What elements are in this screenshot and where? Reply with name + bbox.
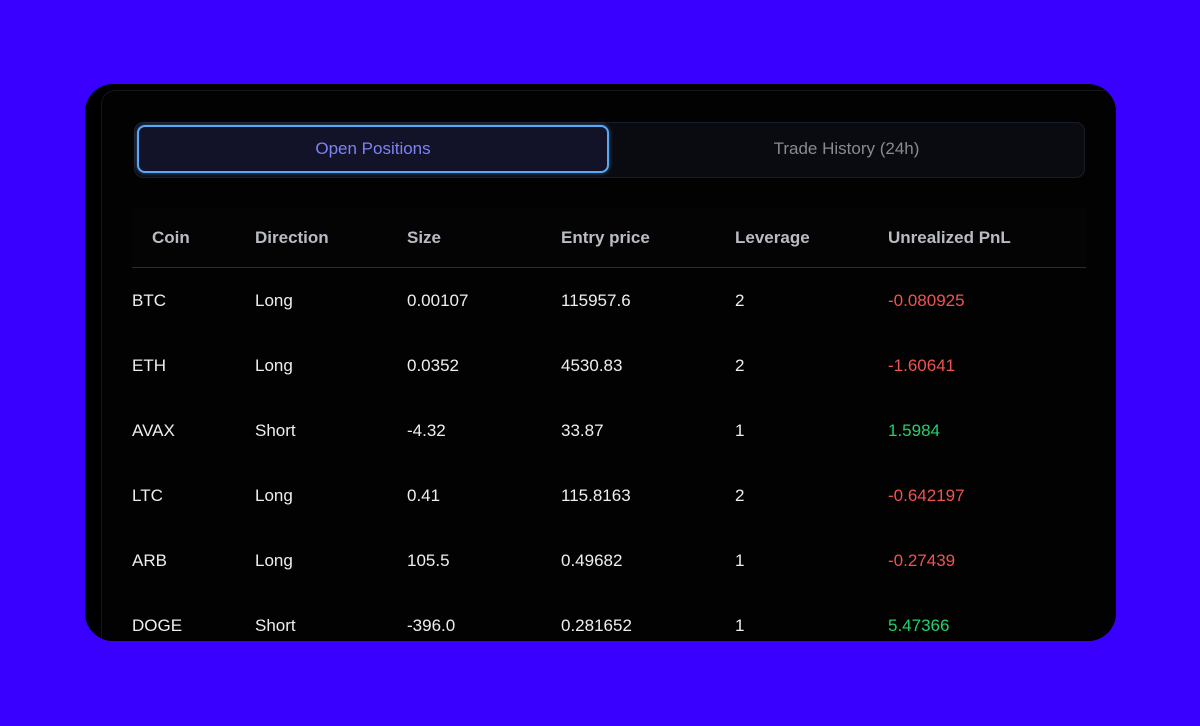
cell-leverage: 2 — [735, 356, 745, 375]
table-row[interactable]: BTC Long 0.00107 115957.6 2 -0.080925 — [132, 268, 1086, 333]
tab-open-positions[interactable]: Open Positions — [137, 125, 609, 173]
cell-coin: ETH — [132, 356, 166, 375]
cell-unrealized-pnl: -0.642197 — [888, 486, 965, 505]
cell-direction: Long — [255, 356, 293, 375]
cell-size: 105.5 — [407, 551, 450, 570]
column-header-entry-price[interactable]: Entry price — [561, 209, 650, 267]
cell-entry-price: 33.87 — [561, 421, 604, 440]
cell-leverage: 2 — [735, 486, 745, 505]
cell-entry-price: 115957.6 — [561, 291, 631, 310]
cell-entry-price: 115.8163 — [561, 486, 631, 505]
column-header-unrealized-pnl[interactable]: Unrealized PnL — [888, 209, 1011, 267]
table-row[interactable]: LTC Long 0.41 115.8163 2 -0.642197 — [132, 463, 1086, 528]
cell-direction: Long — [255, 291, 293, 310]
cell-leverage: 2 — [735, 291, 745, 310]
cell-leverage: 1 — [735, 421, 745, 440]
column-header-size[interactable]: Size — [407, 209, 441, 267]
table-row[interactable]: ETH Long 0.0352 4530.83 2 -1.60641 — [132, 333, 1086, 398]
cell-coin: LTC — [132, 486, 163, 505]
cell-leverage: 1 — [735, 616, 745, 635]
cell-coin: AVAX — [132, 421, 175, 440]
tab-bar: Open Positions Trade History (24h) — [134, 122, 1085, 178]
cell-direction: Short — [255, 421, 296, 440]
cell-entry-price: 4530.83 — [561, 356, 623, 375]
cell-entry-price: 0.49682 — [561, 551, 623, 570]
cell-direction: Long — [255, 486, 293, 505]
column-header-coin[interactable]: Coin — [152, 209, 190, 267]
cell-unrealized-pnl: -0.080925 — [888, 291, 965, 310]
cell-unrealized-pnl: -0.27439 — [888, 551, 956, 570]
cell-leverage: 1 — [735, 551, 745, 570]
cell-unrealized-pnl: 1.5984 — [888, 421, 940, 440]
table-row[interactable]: DOGE Short -396.0 0.281652 1 5.47366 — [132, 593, 1086, 641]
cell-coin: DOGE — [132, 616, 183, 635]
table-header: Coin Direction Size Entry price Leverage… — [132, 209, 1086, 268]
positions-panel: Open Positions Trade History (24h) Coin … — [101, 90, 1116, 641]
cell-unrealized-pnl: -1.60641 — [888, 356, 956, 375]
cell-unrealized-pnl: 5.47366 — [888, 616, 950, 635]
cell-coin: ARB — [132, 551, 167, 570]
cell-direction: Short — [255, 616, 296, 635]
tab-open-positions-label: Open Positions — [315, 139, 431, 158]
positions-card: Open Positions Trade History (24h) Coin … — [85, 84, 1116, 641]
cell-size: 0.0352 — [407, 356, 459, 375]
column-header-direction[interactable]: Direction — [255, 209, 329, 267]
positions-table: Coin Direction Size Entry price Leverage… — [132, 209, 1086, 641]
tab-trade-history[interactable]: Trade History (24h) — [611, 125, 1082, 173]
cell-size: 0.41 — [407, 486, 441, 505]
cell-coin: BTC — [132, 291, 166, 310]
cell-size: 0.00107 — [407, 291, 469, 310]
cell-size: -4.32 — [407, 421, 446, 440]
tab-trade-history-label: Trade History (24h) — [773, 139, 920, 158]
cell-size: -396.0 — [407, 616, 456, 635]
table-body: BTC Long 0.00107 115957.6 2 -0.080925 ETH Long 0… — [132, 268, 1086, 641]
table-row[interactable]: ARB Long 105.5 0.49682 1 -0.27439 — [132, 528, 1086, 593]
table-row[interactable]: AVAX Short -4.32 33.87 1 1.5984 — [132, 398, 1086, 463]
cell-entry-price: 0.281652 — [561, 616, 632, 635]
cell-direction: Long — [255, 551, 293, 570]
column-header-leverage[interactable]: Leverage — [735, 209, 810, 267]
